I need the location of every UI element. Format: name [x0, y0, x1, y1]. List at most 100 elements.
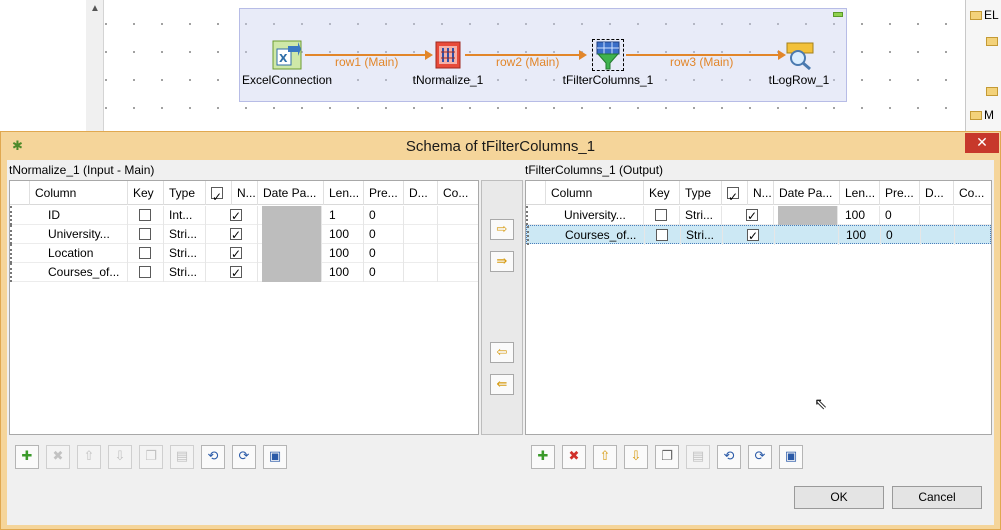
col-header-length[interactable]: Len... [840, 181, 880, 205]
cell-key[interactable] [645, 226, 681, 245]
input-schema-table[interactable]: Column Key Type N... Date Pa... Len... P… [9, 180, 479, 435]
cell-default[interactable] [920, 206, 954, 225]
cell-column[interactable]: ID [30, 206, 128, 225]
table-row[interactable]: ID Int... 10 [10, 206, 478, 225]
checkbox-icon[interactable] [746, 207, 758, 225]
checkbox-icon[interactable] [139, 208, 151, 221]
cell-nullable[interactable] [206, 206, 258, 225]
cell-nullable[interactable] [722, 206, 774, 225]
col-header-precision[interactable]: Pre... [364, 181, 404, 205]
col-header-type[interactable]: Type [680, 181, 722, 205]
col-header-comment[interactable]: Co... [954, 181, 991, 205]
cell-column[interactable]: Courses_of... [547, 226, 645, 245]
repo-subitem[interactable] [986, 34, 1000, 48]
col-header-nullable[interactable]: N... [748, 181, 774, 205]
scroll-up-icon[interactable]: ▲ [90, 3, 100, 14]
cell-comment[interactable] [438, 244, 478, 263]
paste-button[interactable]: ▤ [686, 445, 710, 469]
copy-button[interactable]: ❐ [655, 445, 679, 469]
col-header-nullable-check[interactable] [206, 181, 232, 205]
subjob-collapse-toggle[interactable] [833, 12, 843, 17]
remove-column-button[interactable]: ✖ [46, 445, 70, 469]
save-schema-icon[interactable]: ▣ [263, 445, 287, 469]
cell-precision[interactable]: 0 [364, 244, 404, 263]
cell-column[interactable]: University... [30, 225, 128, 244]
cell-default[interactable] [404, 263, 438, 282]
col-header-date-pattern[interactable]: Date Pa... [258, 181, 324, 205]
cell-nullable[interactable] [206, 244, 258, 263]
col-header-nullable[interactable]: N... [232, 181, 258, 205]
cell-date-pattern[interactable] [779, 226, 839, 245]
table-row[interactable]: Location Stri... 1000 [10, 244, 478, 263]
col-header-default[interactable]: D... [920, 181, 954, 205]
add-column-button[interactable]: ✚ [531, 445, 555, 469]
cell-default[interactable] [404, 244, 438, 263]
cell-default[interactable] [404, 225, 438, 244]
ok-button[interactable]: OK [794, 486, 884, 509]
checkbox-icon[interactable] [230, 264, 242, 282]
output-schema-table[interactable]: Column Key Type N... Date Pa... Len... P… [525, 180, 992, 435]
cell-key[interactable] [128, 244, 164, 263]
cell-type[interactable]: Int... [164, 206, 206, 225]
cell-nullable[interactable] [206, 225, 258, 244]
cell-comment[interactable] [438, 225, 478, 244]
cell-key[interactable] [128, 225, 164, 244]
move-up-button[interactable]: ⇧ [593, 445, 617, 469]
col-header-default[interactable]: D... [404, 181, 438, 205]
node-excel-connection[interactable]: X ExcelConnection [242, 40, 332, 87]
col-header-key[interactable]: Key [128, 181, 164, 205]
cell-nullable[interactable] [723, 226, 775, 245]
dialog-titlebar[interactable]: ✱ Schema of tFilterColumns_1 ✕ [1, 132, 1000, 160]
col-header-column[interactable]: Column [30, 181, 128, 205]
copy-button[interactable]: ❐ [139, 445, 163, 469]
cell-comment[interactable] [438, 206, 478, 225]
repo-item-el[interactable]: EL [970, 8, 999, 22]
table-row[interactable]: University... Stri... 1000 [526, 206, 991, 225]
copy-all-left-button[interactable]: ⇚ [490, 374, 514, 395]
checkbox-icon[interactable] [655, 208, 667, 221]
cell-default[interactable] [921, 226, 955, 245]
cell-date-pattern[interactable] [262, 225, 322, 244]
checkbox-icon[interactable] [230, 207, 242, 225]
checkbox-icon[interactable] [230, 245, 242, 263]
cell-nullable[interactable] [206, 263, 258, 282]
export-schema-button[interactable]: ⟳ [748, 445, 772, 469]
col-header-date-pattern[interactable]: Date Pa... [774, 181, 840, 205]
move-down-button[interactable]: ⇩ [108, 445, 132, 469]
cell-key[interactable] [128, 263, 164, 282]
node-tnormalize[interactable]: tNormalize_1 [410, 40, 486, 87]
repo-item-m[interactable]: M [970, 108, 994, 122]
cell-column[interactable]: Courses_of... [30, 263, 128, 282]
checkbox-icon[interactable] [139, 227, 151, 240]
cell-length[interactable]: 100 [324, 225, 364, 244]
import-schema-button[interactable]: ⟲ [201, 445, 225, 469]
cell-type[interactable]: Stri... [681, 226, 723, 245]
cell-key[interactable] [644, 206, 680, 225]
node-tlogrow[interactable]: tLogRow_1 [766, 40, 832, 87]
cell-type[interactable]: Stri... [164, 263, 206, 282]
paste-button[interactable]: ▤ [170, 445, 194, 469]
checkbox-icon[interactable] [727, 185, 739, 205]
col-header-nullable-check[interactable] [722, 181, 748, 205]
checkbox-icon[interactable] [230, 226, 242, 244]
export-schema-button[interactable]: ⟳ [232, 445, 256, 469]
col-header-length[interactable]: Len... [324, 181, 364, 205]
node-tfiltercolumns[interactable]: tFilterColumns_1 [560, 39, 656, 87]
cell-precision[interactable]: 0 [364, 206, 404, 225]
checkbox-icon[interactable] [211, 185, 223, 205]
col-header-precision[interactable]: Pre... [880, 181, 920, 205]
copy-all-right-button[interactable]: ⇛ [490, 251, 514, 272]
import-schema-button[interactable]: ⟲ [717, 445, 741, 469]
cell-type[interactable]: Stri... [164, 225, 206, 244]
cell-length[interactable]: 100 [841, 226, 881, 245]
table-row[interactable]: Courses_of... Stri... 1000 [526, 225, 991, 245]
move-up-button[interactable]: ⇧ [77, 445, 101, 469]
cell-length[interactable]: 100 [324, 263, 364, 282]
table-row[interactable]: Courses_of... Stri... 1000 [10, 263, 478, 282]
cell-column[interactable]: University... [546, 206, 644, 225]
copy-selected-left-button[interactable]: ⇦ [490, 342, 514, 363]
cancel-button[interactable]: Cancel [892, 486, 982, 509]
repo-subitem[interactable] [986, 84, 1000, 98]
cell-precision[interactable]: 0 [364, 225, 404, 244]
cell-length[interactable]: 100 [840, 206, 880, 225]
